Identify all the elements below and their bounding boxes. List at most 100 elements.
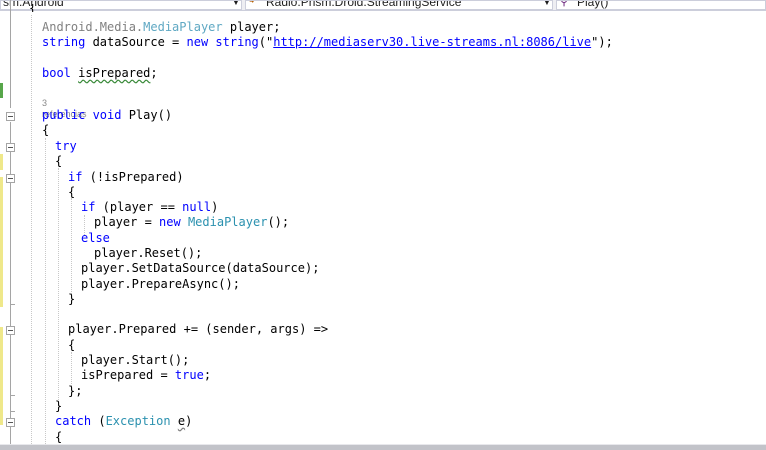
method-icon: ⚲: [560, 0, 569, 8]
code-text: ;: [150, 66, 158, 80]
project-dropdown[interactable]: sm.Android ▼: [0, 0, 242, 10]
keyword: true: [174, 368, 204, 382]
code-text: ): [185, 414, 193, 428]
keyword: new: [186, 35, 209, 49]
type-dropdown[interactable]: ⁴ Radio.Prism.Droid.StreamingService ▼: [245, 0, 553, 10]
code-line-reset: player.Reset();: [94, 246, 202, 261]
outline-end-marker: [10, 395, 15, 396]
code-text: ");: [591, 35, 613, 49]
keyword: public: [42, 108, 86, 122]
collapse-lambda-button[interactable]: [6, 326, 15, 335]
collapse-play-method-button[interactable]: [6, 112, 15, 121]
code-line-brace: {: [29, 4, 36, 12]
outline-guide: [10, 0, 11, 108]
unsaved-change-marker: [0, 177, 3, 307]
navigation-bar: sm.Android ▼ ⁴ Radio.Prism.Droid.Streami…: [0, 0, 766, 11]
code-line-set-datasource: player.SetDataSource(dataSource);: [81, 261, 319, 276]
code-line: {: [68, 338, 75, 353]
collapse-try-block-button[interactable]: [6, 143, 15, 152]
code-text: player.Prepared += (sender, args) =>: [68, 322, 329, 336]
code-line-start: player.Start();: [81, 353, 189, 368]
unsaved-change-marker: [0, 154, 3, 170]
code-text: player.SetDataSource(dataSource);: [81, 261, 320, 275]
code-line: {: [42, 123, 49, 138]
code-line-player-field: Android.Media.MediaPlayer player;: [42, 20, 280, 35]
code-text: isPrepared =: [81, 368, 175, 382]
chevron-down-icon: ▼: [543, 0, 551, 7]
code-line-play-signature: public void Play(): [42, 108, 172, 123]
outline-end-marker: [10, 304, 15, 305]
code-line-datasource-field: string dataSource = new string("http://m…: [42, 35, 613, 50]
horizontal-scrollbar-thumb[interactable]: [0, 445, 766, 450]
code-text: player =: [94, 215, 160, 229]
code-line-new-player: player = new MediaPlayer();: [94, 215, 289, 230]
keyword: null: [182, 200, 212, 214]
isprepared-identifier[interactable]: isPrepared: [78, 66, 150, 80]
exception-variable[interactable]: e: [178, 414, 185, 428]
code-text: Play(): [121, 108, 173, 122]
code-line: {: [55, 154, 62, 169]
indent-guide: [45, 138, 46, 444]
keyword: else: [81, 231, 110, 245]
chevron-down-icon: ▼: [232, 0, 240, 7]
member-dropdown[interactable]: ⚲ Play(): [556, 0, 766, 10]
code-text: player.PrepareAsync();: [81, 277, 240, 291]
keyword: if: [81, 200, 96, 214]
brace: {: [42, 123, 50, 137]
member-dropdown-label: Play(): [577, 0, 609, 9]
indent-guide: [31, 15, 32, 444]
keyword: string: [42, 35, 86, 49]
code-line: }: [55, 399, 62, 414]
code-line-else: else: [81, 231, 110, 246]
code-line-set-prepared: isPrepared = true;: [81, 368, 211, 383]
collapse-if-block-button[interactable]: [6, 174, 15, 183]
code-text: ): [211, 200, 219, 214]
code-line: {: [68, 185, 75, 200]
code-line: }: [68, 292, 75, 307]
collapse-catch-block-button[interactable]: [6, 418, 15, 427]
indent-guide: [71, 198, 72, 298]
stream-url-link[interactable]: http://mediaserv30.live-streams.nl:8086/…: [273, 35, 591, 49]
code-line: };: [68, 384, 82, 399]
code-text: };: [68, 384, 83, 398]
brace: {: [55, 430, 63, 444]
keyword: bool: [42, 66, 71, 80]
keyword: string: [208, 35, 259, 49]
code-line-if-player-null: if (player == null): [81, 200, 218, 215]
keyword: catch: [55, 414, 92, 428]
namespace-text: Android.Media.: [42, 20, 144, 34]
type-name: Exception: [105, 414, 171, 428]
code-text: player.Start();: [81, 353, 190, 367]
code-text: dataSource =: [85, 35, 187, 49]
brace: {: [68, 185, 76, 199]
keyword: void: [85, 108, 122, 122]
unsaved-change-marker: [0, 327, 3, 425]
brace: }: [68, 292, 76, 306]
brace: {: [68, 338, 76, 352]
type-name: MediaPlayer: [143, 20, 223, 34]
code-line-if-not-prepared: if (!isPrepared): [68, 170, 184, 185]
code-text: (: [91, 414, 106, 428]
brace: }: [55, 399, 63, 413]
class-icon: ⁴: [249, 0, 255, 8]
brace: {: [29, 4, 37, 12]
code-text: (": [258, 35, 274, 49]
keyword: new: [159, 215, 181, 229]
code-text: ;: [203, 368, 212, 382]
code-text: (player ==: [95, 200, 183, 214]
type-name: MediaPlayer: [187, 215, 268, 229]
keyword: try: [55, 139, 77, 153]
saved-change-marker: [0, 83, 3, 98]
keyword: if: [68, 170, 83, 184]
code-text: (!isPrepared): [82, 170, 184, 184]
code-line-catch: catch (Exception e): [55, 414, 192, 429]
code-line: {: [55, 430, 62, 445]
code-text: player;: [222, 20, 281, 34]
outline-end-marker: [10, 411, 15, 412]
type-dropdown-label: Radio.Prism.Droid.StreamingService: [266, 0, 462, 9]
indent-guide: [58, 168, 59, 408]
brace: {: [55, 154, 63, 168]
code-line-try: try: [55, 139, 77, 154]
